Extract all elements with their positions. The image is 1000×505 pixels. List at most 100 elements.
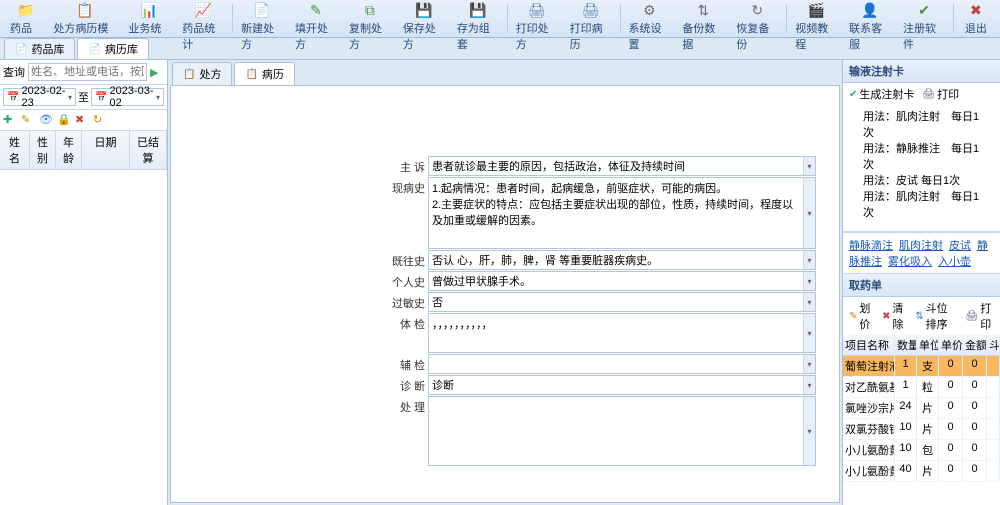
medicine-list-title: 取药单	[843, 274, 1000, 297]
toolbar-存为组套[interactable]: 💾存为组套	[451, 2, 505, 35]
tab-病历库[interactable]: 📄病历库	[77, 38, 148, 59]
grid-cell: 0	[939, 356, 963, 376]
rtb-斗位排序[interactable]: ⇅斗位排序	[915, 300, 957, 332]
toolbar-填开处方[interactable]: ✎填开处方	[289, 2, 343, 35]
medicine-row[interactable]: 氯唑沙宗片24片00	[843, 398, 1000, 419]
grid-cell	[987, 398, 1000, 418]
toolbar-打印病历[interactable]: 🖨打印病历	[564, 2, 618, 35]
chevron-down-icon[interactable]: ▾	[803, 314, 815, 352]
date-from[interactable]: 📅 2023-02-23 ▾	[3, 88, 76, 106]
date-to[interactable]: 📅 2023-03-02 ▾	[91, 88, 164, 106]
rtb-icon: ⇅	[915, 311, 923, 322]
view-icon[interactable]: 👁	[39, 113, 53, 127]
method-link[interactable]: 雾化吸入	[888, 256, 932, 268]
toolbar-打印处方[interactable]: 🖨打印处方	[510, 2, 564, 35]
medicine-row[interactable]: 对乙酰氨基...1粒00	[843, 377, 1000, 398]
rtb-打印[interactable]: 🖨打印	[966, 300, 994, 332]
grid-cell: 粒	[917, 377, 939, 397]
toolbar-保存处方[interactable]: 💾保存处方	[397, 2, 451, 35]
grid-cell: 10	[895, 440, 917, 460]
grid-cell	[987, 377, 1000, 397]
chevron-down-icon[interactable]: ▾	[803, 376, 815, 394]
search-input[interactable]	[28, 63, 147, 81]
grid-cell: 0	[939, 419, 963, 439]
toolbar-label: 存为组套	[457, 20, 499, 52]
grid-cell	[987, 440, 1000, 460]
search-go-icon[interactable]: ▶	[150, 66, 164, 79]
toolbar-icon: 📋	[75, 2, 95, 19]
rtb-清除[interactable]: ✖清除	[882, 300, 907, 332]
toolbar-药品统计[interactable]: 📈药品统计	[176, 2, 230, 35]
method-link[interactable]: 皮试	[949, 240, 971, 252]
toolbar-视频教程[interactable]: 🎬视频教程	[789, 2, 843, 35]
method-link[interactable]: 肌肉注射	[899, 240, 943, 252]
tab-药品库[interactable]: 📄药品库	[4, 38, 75, 59]
medicine-grid-body: 葡萄注射液1支00对乙酰氨基...1粒00氯唑沙宗片24片00双氯芬酸钠...1…	[843, 356, 1000, 482]
toolbar-备份数据[interactable]: ⇅备份数据	[676, 2, 730, 35]
toolbar-业务统计[interactable]: 📊业务统计	[122, 2, 176, 35]
chevron-down-icon[interactable]: ▾	[803, 157, 815, 175]
chevron-down-icon[interactable]: ▾	[803, 397, 815, 465]
form-value-wrap: ▾	[428, 354, 816, 374]
toolbar-icon: 🖨	[581, 2, 601, 19]
grid-cell: 1	[895, 377, 917, 397]
method-link[interactable]: 静脉滴注	[849, 240, 893, 252]
rtb-打印[interactable]: 🖨打印	[922, 86, 959, 102]
add-icon[interactable]: ✚	[3, 113, 17, 127]
form-input[interactable]	[429, 376, 803, 394]
refresh-icon[interactable]: ↻	[93, 113, 107, 127]
toolbar-icon: ↻	[747, 2, 767, 19]
chevron-down-icon[interactable]: ▾	[803, 178, 815, 248]
form-input[interactable]	[429, 397, 803, 465]
method-link[interactable]: 入小壶	[938, 256, 971, 268]
medicine-grid-header: 项目名称数量单位单价金额斗位	[843, 335, 1000, 356]
edit-icon[interactable]: ✎	[21, 113, 35, 127]
medicine-row[interactable]: 小儿氨酚黄...40片00	[843, 461, 1000, 482]
lock-icon[interactable]: 🔒	[57, 113, 71, 127]
usage-line: 用法：静脉推注 每日1次	[863, 141, 980, 173]
tab-处方[interactable]: 📋处方	[172, 62, 232, 85]
rtb-生成注射卡[interactable]: ✔生成注射卡	[849, 86, 914, 102]
chevron-down-icon[interactable]: ▾	[68, 93, 72, 102]
form-input[interactable]	[429, 251, 803, 269]
chevron-down-icon[interactable]: ▾	[803, 272, 815, 290]
date-range: 📅 2023-02-23 ▾ 至 📅 2023-03-02 ▾	[0, 85, 167, 110]
main-toolbar: 📁药品库📋处方病历模板📊业务统计📈药品统计📄新建处方✎填开处方⧉复制处方💾保存处…	[0, 0, 1000, 38]
medicine-row[interactable]: 双氯芬酸钠...10片00	[843, 419, 1000, 440]
toolbar-恢复备份[interactable]: ↻恢复备份	[730, 2, 784, 35]
toolbar-icon: ⚙	[639, 2, 659, 19]
form-input[interactable]: 1.起病情况：患者时间，起病缓急，前驱症状，可能的病因。 2.主要症状的特点：应…	[429, 178, 803, 248]
rtb-label: 打印	[980, 300, 994, 332]
form-input[interactable]	[429, 157, 803, 175]
medicine-row[interactable]: 葡萄注射液1支00	[843, 356, 1000, 377]
grid-cell	[987, 461, 1000, 481]
toolbar-新建处方[interactable]: 📄新建处方	[235, 2, 289, 35]
rtb-划价[interactable]: ✎划价	[849, 300, 874, 332]
grid-cell: 葡萄注射液	[843, 356, 895, 376]
delete-icon[interactable]: ✖	[75, 113, 89, 127]
chevron-down-icon[interactable]: ▾	[803, 251, 815, 269]
tab-label: 药品库	[31, 41, 64, 57]
form-input[interactable]	[429, 272, 803, 290]
toolbar-注册软件[interactable]: ✔注册软件	[897, 2, 951, 35]
toolbar-药品库[interactable]: 📁药品库	[4, 2, 47, 35]
form-input[interactable]	[429, 355, 803, 373]
toolbar-联系客服[interactable]: 👤联系客服	[843, 2, 897, 35]
medicine-row[interactable]: 小儿氨酚黄...10包00	[843, 440, 1000, 461]
chevron-down-icon[interactable]: ▾	[156, 93, 160, 102]
form-input[interactable]	[429, 293, 803, 311]
toolbar-处方病历模板[interactable]: 📋处方病历模板	[47, 2, 122, 35]
toolbar-label: 保存处方	[403, 20, 445, 52]
grid-cell: 24	[895, 398, 917, 418]
injection-toolbar: ✔生成注射卡 🖨打印	[843, 83, 1000, 105]
form-input[interactable]: ，，，，，，，，，，	[429, 314, 803, 352]
toolbar-退出[interactable]: ✖退出	[956, 2, 996, 35]
form-value-wrap: ▾	[428, 156, 816, 176]
form-value-wrap: ▾	[428, 271, 816, 291]
tab-病历[interactable]: 📋病历	[234, 62, 294, 85]
toolbar-系统设置[interactable]: ⚙系统设置	[622, 2, 676, 35]
form-label: 个人史	[386, 271, 428, 291]
chevron-down-icon[interactable]: ▾	[803, 293, 815, 311]
toolbar-复制处方[interactable]: ⧉复制处方	[343, 2, 397, 35]
chevron-down-icon[interactable]: ▾	[803, 355, 815, 373]
